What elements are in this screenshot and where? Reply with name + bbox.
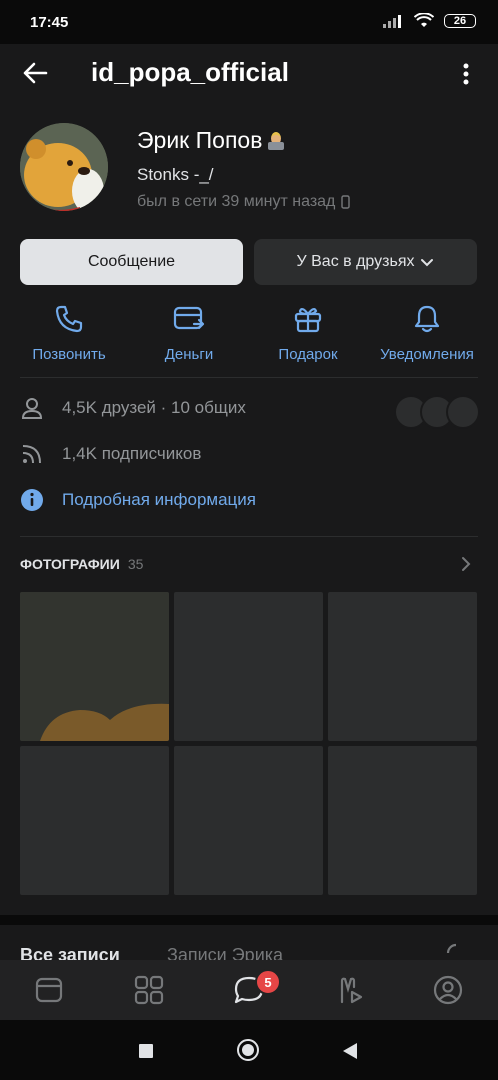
- divider: [20, 536, 478, 537]
- photo-thumbnail[interactable]: [20, 592, 169, 741]
- messages-badge: 5: [255, 969, 281, 995]
- notifications-action[interactable]: Уведомления: [372, 304, 482, 363]
- mutual-friends-avatars[interactable]: [394, 395, 480, 429]
- photos-title: ФОТОГРАФИИ: [20, 556, 120, 572]
- more-icon[interactable]: [458, 62, 474, 86]
- bottom-nav: 5: [0, 960, 498, 1020]
- bell-icon: [414, 305, 440, 333]
- friends-count: 4,5K друзей · 10 общих: [62, 398, 246, 417]
- last-seen: был в сети 39 минут назад: [137, 193, 336, 210]
- photo-thumbnail[interactable]: [20, 746, 169, 895]
- chevron-right-icon[interactable]: [460, 556, 472, 572]
- person-icon: [21, 398, 43, 419]
- gift-action[interactable]: Подарок: [253, 304, 363, 363]
- news-tab-icon[interactable]: [35, 976, 63, 1004]
- mobile-device-icon: [341, 195, 351, 209]
- wifi-icon: [414, 13, 434, 27]
- message-button[interactable]: Сообщение: [20, 239, 243, 285]
- subscribers-count: 1,4K подписчиков: [62, 444, 202, 463]
- back-arrow-icon[interactable]: [22, 60, 48, 86]
- mutual-avatar: [446, 395, 480, 429]
- friends-button[interactable]: У Вас в друзьях: [254, 239, 477, 285]
- developer-emoji-icon: [268, 131, 285, 150]
- messages-badge-count: 5: [264, 974, 272, 990]
- call-action[interactable]: Позвонить: [14, 304, 124, 363]
- photo-thumbnail[interactable]: [174, 592, 323, 741]
- status-icons: 26: [382, 13, 476, 29]
- home-button[interactable]: [237, 1039, 259, 1061]
- signal-icon: [383, 15, 401, 28]
- photos-count: 35: [127, 556, 144, 572]
- posts-tabs: Все записи Записи Эрика: [0, 925, 498, 960]
- battery-icon: 26: [444, 14, 476, 28]
- friends-button-label: У Вас в друзьях: [296, 253, 415, 270]
- page-title: id_popa_official: [91, 57, 289, 87]
- divider: [20, 377, 478, 378]
- money-action[interactable]: Деньги: [134, 304, 244, 363]
- rss-icon: [22, 445, 41, 464]
- last-seen-row: был в сети 39 минут назад: [137, 193, 351, 211]
- services-tab-icon[interactable]: [134, 975, 164, 1005]
- photo-thumbnail[interactable]: [328, 592, 477, 741]
- message-button-label: Сообщение: [87, 253, 176, 270]
- gift-icon: [294, 307, 322, 333]
- photos-header[interactable]: ФОТОГРАФИИ 35: [20, 556, 143, 572]
- status-time: 17:45: [30, 14, 69, 31]
- phone-icon: [55, 305, 83, 333]
- system-nav-bar: [0, 1020, 498, 1080]
- call-action-label: Позвонить: [32, 346, 106, 363]
- photo-thumbnail[interactable]: [174, 746, 323, 895]
- money-icon: [173, 306, 205, 330]
- money-action-label: Деньги: [164, 346, 214, 363]
- details-link: Подробная информация: [62, 490, 256, 509]
- chevron-down-icon: [421, 259, 434, 267]
- photo-thumbnail[interactable]: [328, 746, 477, 895]
- notifications-action-label: Уведомления: [380, 346, 474, 363]
- subscribers-row[interactable]: 1,4K подписчиков: [20, 442, 201, 466]
- tab-user-posts[interactable]: Записи Эрика: [167, 945, 283, 960]
- friends-row[interactable]: 4,5K друзей · 10 общих: [20, 396, 246, 420]
- clips-tab-icon[interactable]: [334, 975, 364, 1005]
- recents-button[interactable]: [139, 1044, 153, 1058]
- gift-action-label: Подарок: [278, 346, 338, 363]
- profile-tab-icon[interactable]: [433, 975, 463, 1005]
- avatar[interactable]: [20, 123, 108, 211]
- back-button-icon[interactable]: [342, 1042, 358, 1060]
- profile-status: Stonks -_/: [137, 165, 214, 184]
- section-separator: [0, 915, 498, 925]
- pooh-photo-image: [20, 592, 169, 741]
- profile-name-row: Эрик Попов: [137, 127, 285, 154]
- details-row[interactable]: Подробная информация: [20, 488, 256, 512]
- info-icon: [21, 489, 43, 511]
- loading-spinner-icon: [446, 943, 457, 954]
- tab-all-posts[interactable]: Все записи: [20, 945, 120, 960]
- pooh-avatar-image: [20, 123, 108, 211]
- profile-name: Эрик Попов: [137, 127, 263, 153]
